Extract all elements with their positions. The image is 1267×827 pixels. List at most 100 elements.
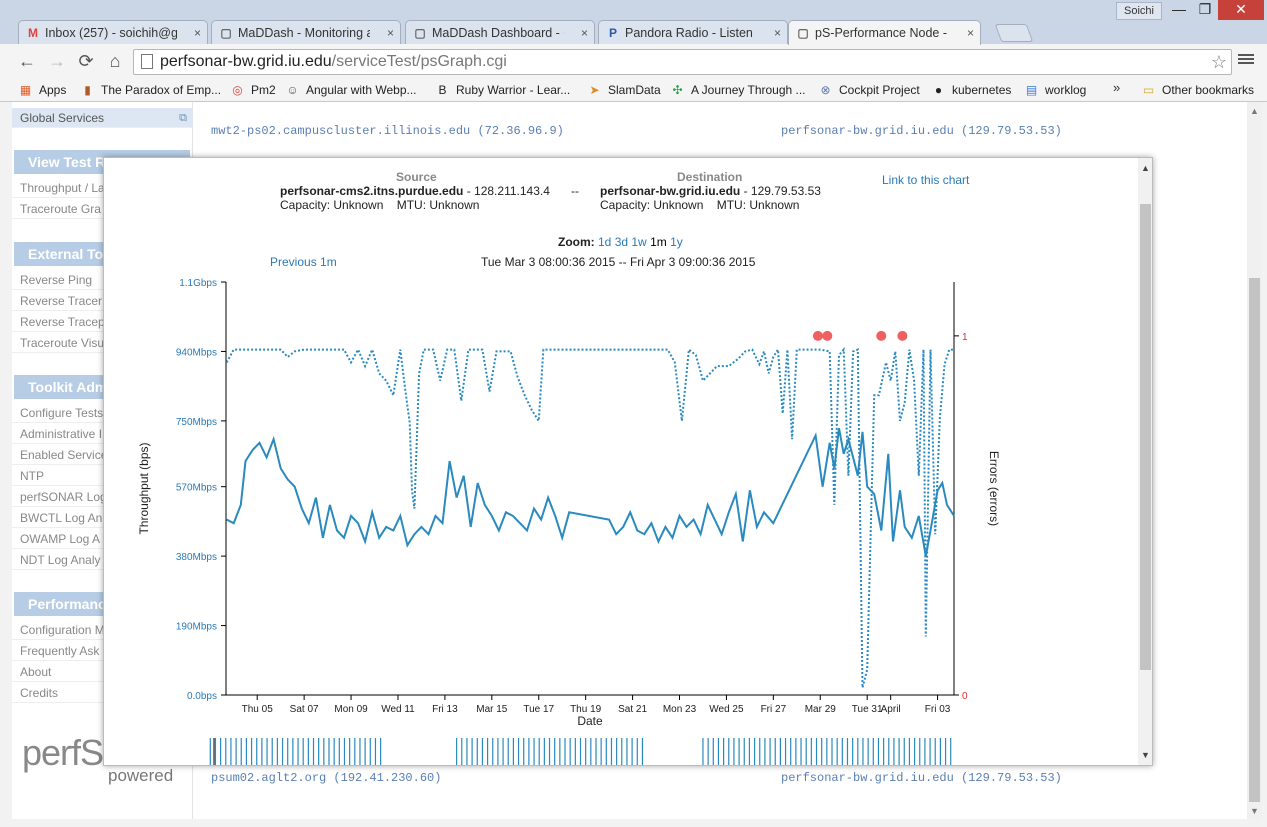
bookmark-icon: ▤ [1025,83,1038,97]
address-host: perfsonar-bw.grid.iu.edu [160,53,332,70]
dialog-scrollbar-thumb[interactable] [1140,204,1151,670]
bookmark-star-icon[interactable]: ☆ [1211,50,1227,74]
close-window-button[interactable]: ✕ [1218,0,1264,20]
back-arrow-icon[interactable]: ← [16,50,38,72]
bookmark-icon: ▦ [19,83,32,97]
tab-close-icon[interactable]: × [194,21,201,45]
x-tick-label: Mar 29 [805,704,837,715]
home-icon[interactable]: ⌂ [104,50,126,72]
profile-button[interactable]: Soichi [1116,2,1162,20]
bookmark-icon: ◎ [232,83,243,97]
x-tick-label: Wed 25 [709,704,744,715]
x-tick-label: Sat 07 [290,704,319,715]
test-row-destination[interactable]: perfsonar-bw.grid.iu.edu (129.79.53.53) [781,124,1062,138]
bookmark-icon: ▭ [1142,83,1155,97]
maximize-button[interactable]: ❐ [1192,0,1218,20]
y2-axis-title: Errors (errors) [987,451,1001,526]
x-tick-label: Fri 13 [432,704,458,715]
tab[interactable]: ▢ MaDDash - Monitoring an × [211,20,401,45]
bookmark-label: Ruby Warrior - Lear... [456,83,571,97]
scroll-down-icon[interactable]: ▼ [1141,750,1150,760]
error-point [812,330,823,341]
scroll-down-icon[interactable]: ▼ [1250,806,1259,816]
tab-favicon-icon: M [28,26,38,40]
x-tick-label: Thu 05 [242,704,274,715]
bookmark-item[interactable]: ➤ SlamData [587,81,661,99]
test-row-source[interactable]: psum02.aglt2.org (192.41.230.60) [211,771,441,785]
address-bar[interactable]: perfsonar-bw.grid.iu.edu/serviceTest/psG… [133,49,1232,75]
bookmark-icon: ● [934,83,943,97]
reload-icon[interactable]: ⟳ [75,50,97,72]
bookmark-item[interactable]: B Ruby Warrior - Lear... [435,81,570,99]
y-tick-label: 940Mbps [176,347,217,358]
bookmark-label: The Paradox of Emp... [101,83,221,97]
tab-close-icon[interactable]: × [581,21,588,45]
tab-close-icon[interactable]: × [387,21,394,45]
tab-close-icon[interactable]: × [967,21,974,45]
bookmark-label: Pm2 [251,83,276,97]
browser-titlebar: Soichi — ❐ ✕ M Inbox (257) - soichih@gm × ▢… [0,0,1267,45]
bookmark-item[interactable]: ✣ A Journey Through ... [670,81,805,99]
bookmark-item[interactable]: ☺ Angular with Webp... [285,81,416,99]
bookmark-icon: ⊗ [820,83,831,97]
powered-label: powered [108,766,174,785]
y-tick-label: 0.0bps [187,691,217,702]
error-point [822,330,833,341]
x-axis-title: Date [577,714,603,728]
sidebar-item-global-services[interactable]: Global Services ⧉ [12,108,193,128]
page-scrollbar[interactable] [1247,102,1262,819]
bookmark-item[interactable]: ◎ Pm2 [230,81,276,99]
bookmark-icon: B [438,83,447,97]
y-tick-label: 750Mbps [176,417,217,428]
menu-icon[interactable] [1238,52,1254,68]
new-tab-button[interactable] [994,24,1034,42]
bookmark-item[interactable]: ▮ The Paradox of Emp... [80,81,221,99]
series-line-forward [226,428,955,557]
bookmark-icon: ▮ [84,83,91,97]
graph-dialog: Source Destination perfsonar-cms2.itns.p… [103,157,1153,766]
error-point [897,330,908,341]
tab-close-icon[interactable]: × [774,21,781,45]
x-tick-label: Mar 15 [476,704,508,715]
bookmark-icon: ☺ [286,83,299,97]
bookmark-item[interactable]: ● kubernetes [931,81,1012,99]
tab-label: pS-Performance Node - [815,26,947,40]
scroll-up-icon[interactable]: ▲ [1250,106,1259,116]
y2-tick-label: 0 [962,691,968,702]
dialog-scrollbar[interactable]: ▲ ▼ [1138,158,1152,765]
tab[interactable]: ▢ MaDDash Dashboard - Ch × [405,20,595,45]
bookmark-item[interactable]: ▭ Other bookmarks [1141,81,1254,99]
test-row-destination[interactable]: perfsonar-bw.grid.iu.edu (129.79.53.53) [781,771,1062,785]
x-tick-label: Mon 09 [334,704,368,715]
scroll-up-icon[interactable]: ▲ [1141,163,1150,173]
y-tick-label: 570Mbps [176,483,217,494]
tab-favicon-icon: ▢ [414,26,426,40]
tab[interactable]: M Inbox (257) - soichih@gm × [18,20,208,45]
bookmark-label: kubernetes [952,83,1012,97]
x-tick-label: Wed 11 [381,704,415,715]
minimize-button[interactable]: — [1166,0,1192,20]
page-scrollbar-thumb[interactable] [1249,278,1260,802]
bookmark-label: Apps [39,83,67,97]
y-axis-title: Throughput (bps) [137,442,151,534]
y-tick-label: 1.1Gbps [179,278,217,289]
series-line-reverse [225,346,954,688]
address-path: /serviceTest/psGraph.cgi [331,53,507,70]
forward-arrow-icon[interactable]: → [46,50,68,72]
y-tick-label: 190Mbps [176,622,217,633]
bookmark-item[interactable]: ▦ Apps [18,81,67,99]
test-row-source[interactable]: mwt2-ps02.campuscluster.illinois.edu (72… [211,124,564,138]
browser-toolbar: ← → ⟳ ⌂ perfsonar-bw.grid.iu.edu/service… [0,44,1267,78]
bookmark-item[interactable]: ⊗ Cockpit Project [818,81,919,99]
x-tick-label: Sat 21 [618,704,647,715]
bookmark-item[interactable]: ▤ worklog [1024,81,1087,99]
tab[interactable]: P Pandora Radio - Listen × [598,20,788,45]
x-tick-label: Tue 31 [852,704,883,715]
x-tick-label: Fri 03 [925,704,951,715]
perfsonar-logo: perfS [22,732,104,773]
bookmark-label: SlamData [608,83,661,97]
bookmark-icon: ➤ [589,83,600,97]
tab[interactable]: ▢ pS-Performance Node - × [788,20,981,45]
bookmarks-overflow-button[interactable]: » [1113,80,1120,95]
page-icon [141,54,153,69]
